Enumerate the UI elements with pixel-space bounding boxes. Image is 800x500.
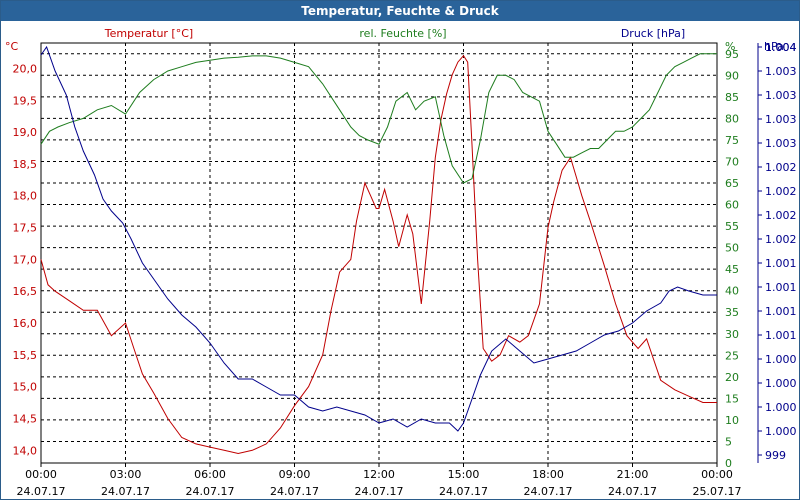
temperature-tick-label: 15,0 bbox=[13, 381, 38, 394]
pressure-tick-label: 1.002 bbox=[765, 209, 797, 222]
humidity-tick-label: 55 bbox=[725, 220, 739, 233]
temperature-tick-label: 17,0 bbox=[13, 253, 38, 266]
pressure-axis-title: Druck [hPa] bbox=[621, 27, 685, 40]
pressure-tick-label: 999 bbox=[765, 449, 786, 462]
humidity-tick-label: 10 bbox=[725, 414, 739, 427]
humidity-tick-label: 15 bbox=[725, 392, 739, 405]
humidity-tick-label: 50 bbox=[725, 242, 739, 255]
pressure-tick-label: 1.003 bbox=[765, 89, 797, 102]
x-tick-label-date: 24.07.17 bbox=[270, 485, 319, 498]
pressure-tick-label: 1.003 bbox=[765, 137, 797, 150]
temperature-tick-label: 16,0 bbox=[13, 317, 38, 330]
humidity-tick-label: 40 bbox=[725, 285, 739, 298]
temperature-tick-label: 19,0 bbox=[13, 126, 38, 139]
temperature-tick-label: 18,5 bbox=[13, 158, 38, 171]
humidity-tick-label: 65 bbox=[725, 177, 739, 190]
x-tick-label-time: 15:00 bbox=[448, 468, 480, 481]
temperature-tick-label: 14,0 bbox=[13, 444, 38, 457]
pressure-tick-label: 1.002 bbox=[765, 233, 797, 246]
pressure-tick-label: 1.001 bbox=[765, 305, 797, 318]
pressure-tick-label: 1.000 bbox=[765, 377, 797, 390]
humidity-tick-label: 30 bbox=[725, 328, 739, 341]
humidity-tick-label: 60 bbox=[725, 199, 739, 212]
x-tick-label-date: 24.07.17 bbox=[608, 485, 657, 498]
temperature-tick-label: 20,0 bbox=[13, 62, 38, 75]
humidity-unit-label: % bbox=[725, 40, 735, 53]
temperature-tick-label: 15,5 bbox=[13, 349, 38, 362]
window-title: Temperatur, Feuchte & Druck bbox=[1, 1, 799, 21]
x-tick-label-date: 24.07.17 bbox=[101, 485, 150, 498]
temperature-tick-label: 18,0 bbox=[13, 190, 38, 203]
pressure-unit-label: hPa bbox=[764, 40, 784, 53]
humidity-tick-label: 70 bbox=[725, 155, 739, 168]
pressure-tick-label: 1.001 bbox=[765, 257, 797, 270]
pressure-tick-label: 1.003 bbox=[765, 65, 797, 78]
humidity-tick-label: 35 bbox=[725, 306, 739, 319]
temperature-tick-label: 16,5 bbox=[13, 285, 38, 298]
humidity-axis-title: rel. Feuchte [%] bbox=[359, 27, 446, 40]
pressure-tick-label: 1.000 bbox=[765, 401, 797, 414]
x-tick-label-time: 21:00 bbox=[617, 468, 649, 481]
x-tick-label-date: 24.07.17 bbox=[439, 485, 488, 498]
pressure-tick-label: 1.001 bbox=[765, 329, 797, 342]
humidity-tick-label: 90 bbox=[725, 69, 739, 82]
humidity-tick-label: 5 bbox=[725, 435, 732, 448]
x-tick-label-date: 24.07.17 bbox=[186, 485, 235, 498]
pressure-tick-label: 1.002 bbox=[765, 185, 797, 198]
humidity-tick-label: 45 bbox=[725, 263, 739, 276]
x-tick-label-date: 24.07.17 bbox=[17, 485, 66, 498]
temperature-unit-label: °C bbox=[5, 40, 19, 53]
pressure-tick-label: 1.000 bbox=[765, 425, 797, 438]
x-tick-label-time: 09:00 bbox=[279, 468, 311, 481]
x-tick-label-time: 03:00 bbox=[110, 468, 142, 481]
pressure-tick-label: 1.002 bbox=[765, 161, 797, 174]
weather-chart: 00:00 24.07.17 03:00 24.07.17 06:00 24.07.17 0… bbox=[5, 27, 797, 498]
x-tick-label-time: 00:00 bbox=[25, 468, 57, 481]
humidity-tick-label: 20 bbox=[725, 371, 739, 384]
chart-window: Temperatur, Feuchte & Druck 00:00 24.07.1… bbox=[0, 0, 800, 500]
temperature-tick-label: 17,5 bbox=[13, 222, 38, 235]
x-tick-label-date: 25.07.17 bbox=[693, 485, 742, 498]
humidity-tick-label: 0 bbox=[725, 457, 732, 470]
x-tick-label-time: 18:00 bbox=[532, 468, 564, 481]
x-tick-label-date: 24.07.17 bbox=[524, 485, 573, 498]
temperature-tick-label: 19,5 bbox=[13, 94, 38, 107]
pressure-tick-label: 1.000 bbox=[765, 353, 797, 366]
temperature-tick-label: 14,5 bbox=[13, 412, 38, 425]
humidity-tick-label: 80 bbox=[725, 112, 739, 125]
x-tick-label-date: 24.07.17 bbox=[355, 485, 404, 498]
pressure-tick-label: 1.001 bbox=[765, 281, 797, 294]
temperature-axis-title: Temperatur [°C] bbox=[104, 27, 193, 40]
humidity-tick-label: 25 bbox=[725, 349, 739, 362]
pressure-tick-label: 1.003 bbox=[765, 113, 797, 126]
x-tick-label-time: 12:00 bbox=[363, 468, 395, 481]
x-tick-label-time: 06:00 bbox=[194, 468, 226, 481]
humidity-tick-label: 75 bbox=[725, 134, 739, 147]
humidity-tick-label: 85 bbox=[725, 91, 739, 104]
